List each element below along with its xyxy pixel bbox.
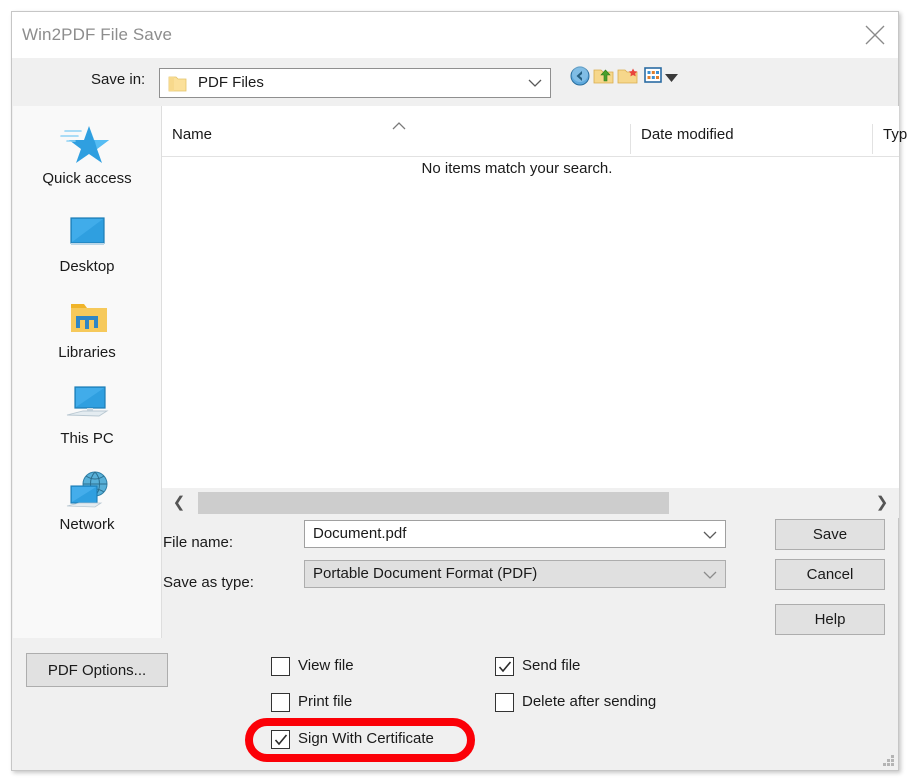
computer-icon — [66, 386, 109, 417]
checkbox-box[interactable] — [495, 657, 514, 676]
save-button[interactable]: Save — [775, 519, 885, 550]
sidebar-item-this-pc[interactable]: This PC — [13, 382, 161, 447]
window-title: Win2PDF File Save — [22, 25, 173, 44]
sidebar-item-label: Libraries — [58, 344, 116, 361]
views-dropdown-button[interactable] — [665, 69, 681, 95]
file-list-view[interactable]: Name Date modified Typ No items match yo… — [162, 106, 907, 488]
chevron-down-icon — [528, 79, 542, 87]
checkbox-box[interactable] — [495, 693, 514, 712]
save-in-combobox[interactable]: PDF Files — [159, 68, 551, 98]
save-in-toolbar: Save in: PDF Files — [12, 58, 898, 106]
sidebar-item-libraries[interactable]: Libraries — [13, 296, 161, 361]
file-list-header: Name Date modified Typ — [162, 120, 907, 157]
sidebar-item-label: Network — [59, 516, 115, 533]
network-globe-icon — [66, 471, 108, 508]
file-name-label: File name: — [163, 534, 234, 551]
column-header-label: Date modified — [641, 126, 734, 143]
column-header-name[interactable]: Name — [162, 120, 630, 156]
print-file-label: Print file — [298, 693, 353, 710]
places-sidebar: Quick access Desktop Libraries This PC N… — [13, 106, 162, 638]
pdf-options-button[interactable]: PDF Options... — [26, 653, 168, 687]
new-folder-icon — [617, 68, 638, 84]
back-button[interactable] — [569, 65, 593, 91]
new-folder-button[interactable] — [617, 65, 641, 91]
save-as-type-label: Save as type: — [163, 574, 254, 591]
empty-list-message: No items match your search. — [421, 160, 613, 177]
column-header-label: Name — [172, 126, 213, 143]
views-button[interactable] — [643, 65, 667, 91]
save-as-type-combobox[interactable]: Portable Document Format (PDF) — [304, 560, 726, 588]
star-icon — [60, 126, 109, 163]
scroll-left-button[interactable]: ❮ — [166, 488, 192, 518]
annotation-highlight-rectangle — [245, 718, 475, 762]
title-bar: Win2PDF File Save — [12, 12, 898, 58]
close-window-button[interactable] — [852, 12, 898, 58]
sidebar-item-desktop[interactable]: Desktop — [13, 210, 161, 275]
triangle-down-icon — [665, 74, 678, 82]
sidebar-item-label: Quick access — [42, 170, 132, 187]
close-icon — [865, 25, 885, 45]
help-button[interactable]: Help — [775, 604, 885, 635]
dialog-window: Win2PDF File Save Save in: PDF Files Qui… — [11, 11, 907, 771]
save-as-type-value: Portable Document Format (PDF) — [313, 565, 538, 582]
save-in-label: Save in: — [91, 71, 146, 88]
column-header-type[interactable]: Typ — [873, 120, 907, 156]
column-header-label: Typ — [883, 126, 908, 143]
sort-ascending-icon — [392, 122, 406, 130]
cancel-button[interactable]: Cancel — [775, 559, 885, 590]
file-list-horizontal-scrollbar[interactable]: ❮ ❯ — [162, 488, 899, 518]
sidebar-item-label: This PC — [60, 430, 114, 447]
chevron-down-icon — [703, 531, 717, 539]
sidebar-item-quick-access[interactable]: Quick access — [13, 122, 161, 187]
resize-grip-icon[interactable] — [881, 753, 895, 767]
scrollbar-thumb[interactable] — [198, 492, 669, 514]
folder-up-icon — [593, 69, 614, 84]
monitor-icon — [70, 217, 105, 245]
view-file-label: View file — [298, 657, 354, 674]
folder-library-icon — [71, 304, 107, 332]
sidebar-item-label: Desktop — [59, 258, 115, 275]
send-file-label: Send file — [522, 657, 581, 674]
folder-icon — [168, 76, 187, 92]
checkbox-box[interactable] — [271, 657, 290, 676]
save-in-value: PDF Files — [198, 74, 264, 91]
checkmark-icon — [498, 661, 512, 673]
file-name-value: Document.pdf — [313, 525, 407, 542]
views-grid-icon — [644, 67, 662, 83]
scroll-right-button[interactable]: ❯ — [869, 488, 895, 518]
checkbox-box[interactable] — [271, 693, 290, 712]
file-name-combobox[interactable]: Document.pdf — [304, 520, 726, 548]
up-one-level-button[interactable] — [593, 65, 617, 91]
back-arrow-icon — [570, 66, 590, 86]
chevron-down-icon — [703, 571, 717, 579]
column-header-date-modified[interactable]: Date modified — [631, 120, 872, 156]
delete-after-sending-label: Delete after sending — [522, 693, 657, 710]
sidebar-item-network[interactable]: Network — [13, 468, 161, 533]
win2pdf-save-dialog-screenshot: Win2PDF File Save Save in: PDF Files Qui… — [0, 0, 913, 783]
